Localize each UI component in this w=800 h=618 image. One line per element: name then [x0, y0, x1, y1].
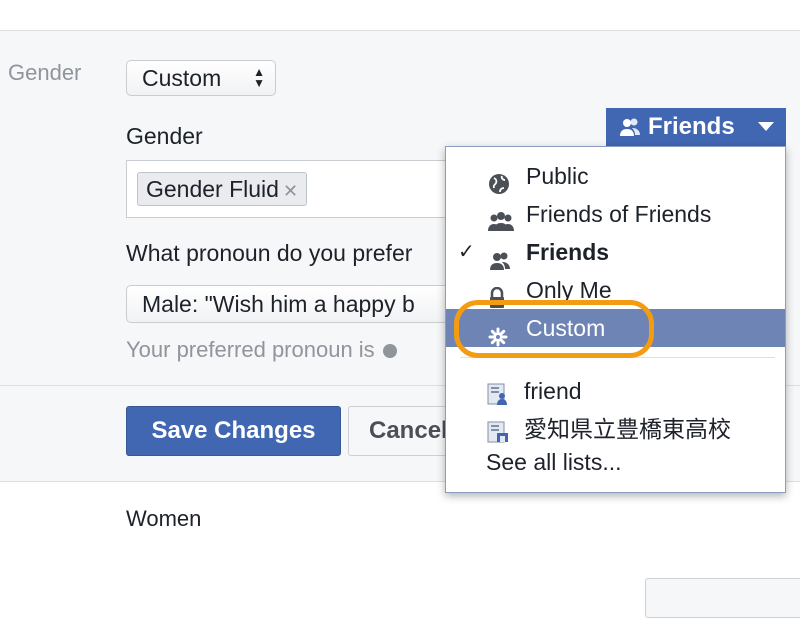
pronoun-hint-text: Your preferred pronoun is [126, 337, 375, 362]
menu-item-only-me-label: Only Me [526, 277, 612, 303]
pronoun-select[interactable]: Male: "Wish him a happy b [126, 285, 456, 323]
audience-selector-button[interactable]: Friends [606, 108, 786, 146]
women-label: Women [126, 506, 202, 531]
menu-item-list-friend-label: friend [524, 378, 582, 404]
menu-item-list-school[interactable]: 愛知県立豊橋東高校 [446, 410, 785, 448]
gear-icon [488, 320, 508, 358]
checkmark-icon: ✓ [458, 241, 475, 263]
menu-item-custom[interactable]: Custom [446, 309, 785, 347]
gender-select[interactable]: Custom ▲ ▼ [126, 60, 276, 96]
gender-field-label: Gender [126, 123, 203, 149]
menu-item-public-label: Public [526, 163, 589, 189]
pronoun-question: What pronoun do you prefer [126, 240, 413, 266]
gender-select-value: Custom [142, 65, 222, 91]
menu-item-public[interactable]: Public [446, 157, 785, 195]
friends-icon [618, 111, 642, 149]
see-all-lists-link[interactable]: See all lists... [486, 449, 622, 476]
menu-item-friends-of-friends-label: Friends of Friends [526, 201, 712, 227]
menu-item-friends[interactable]: ✓ Friends [446, 233, 785, 271]
pronoun-select-value: Male: "Wish him a happy b [142, 291, 415, 317]
gender-token: Gender Fluid ✕ [137, 172, 308, 206]
chevron-down-icon [758, 122, 774, 131]
menu-item-friends-label: Friends [526, 239, 610, 265]
row-label-gender: Gender [8, 60, 82, 85]
partial-button[interactable] [645, 578, 800, 618]
audience-dropdown-menu: Public Friends of Friends ✓ Friends Only… [445, 146, 786, 493]
menu-item-friends-of-friends[interactable]: Friends of Friends [446, 195, 785, 233]
save-changes-button[interactable]: Save Changes [126, 406, 341, 456]
menu-item-list-friend[interactable]: friend [446, 372, 785, 410]
menu-item-list-school-label: 愛知県立豊橋東高校 [524, 416, 731, 442]
menu-item-custom-label: Custom [526, 315, 606, 341]
gender-token-label: Gender Fluid [146, 176, 279, 202]
menu-item-only-me[interactable]: Only Me [446, 271, 785, 309]
remove-token-icon[interactable]: ✕ [283, 181, 298, 201]
select-arrows-icon: ▲ ▼ [253, 65, 265, 90]
pronoun-hint: Your preferred pronoun is [126, 337, 397, 363]
audience-selected-label: Friends [648, 113, 735, 140]
globe-icon [382, 344, 397, 358]
menu-divider [460, 357, 775, 358]
gender-token-input[interactable]: Gender Fluid ✕ [126, 160, 456, 218]
